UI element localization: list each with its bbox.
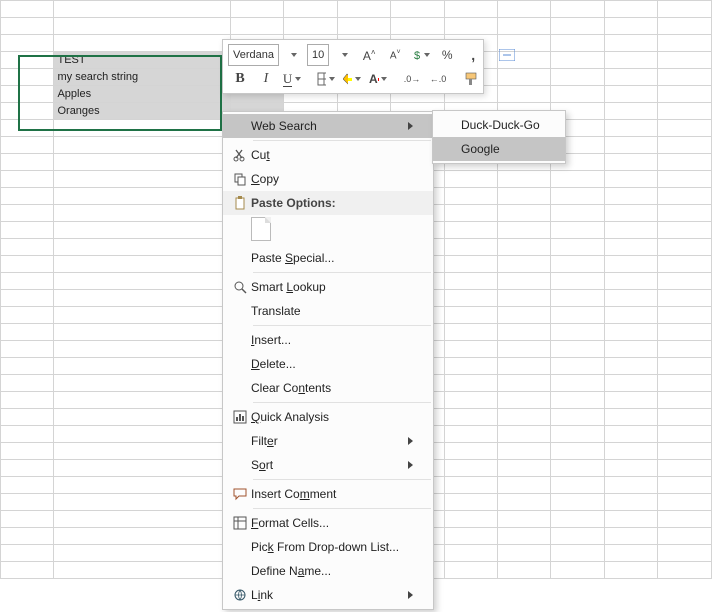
menu-insert[interactable]: Insert... — [223, 328, 433, 352]
menu-clear-contents-label: Clear Contents — [251, 381, 413, 395]
submenu-arrow-icon — [408, 122, 413, 130]
font-name-dropdown[interactable] — [281, 44, 305, 66]
menu-format-cells-label: Format Cells... — [251, 516, 413, 530]
menu-smart-lookup-label: Smart Lookup — [251, 280, 413, 294]
menu-insert-label: Insert... — [251, 333, 413, 347]
merge-center-icon[interactable] — [495, 44, 519, 66]
menu-clear-contents[interactable]: Clear Contents — [223, 376, 433, 400]
mini-toolbar: Verdana 10 A˄ A˅ $ % , B I U A .0→ ←.0 — [222, 39, 484, 94]
menu-separator — [253, 325, 431, 326]
submenu-google[interactable]: Google — [433, 137, 565, 161]
clipboard-icon — [229, 196, 251, 210]
cell-b5[interactable]: my search string — [54, 69, 230, 86]
menu-separator — [253, 272, 431, 273]
menu-cut[interactable]: Cut — [223, 143, 433, 167]
menu-insert-comment-label: Insert Comment — [251, 487, 413, 501]
menu-copy-label: Copy — [251, 172, 413, 186]
cell-b7[interactable]: Oranges — [54, 103, 230, 120]
submenu-arrow-icon — [408, 437, 413, 445]
menu-translate-label: Translate — [251, 304, 413, 318]
submenu-arrow-icon — [408, 591, 413, 599]
menu-separator — [253, 402, 431, 403]
menu-filter[interactable]: Filter — [223, 429, 433, 453]
font-size-dropdown[interactable] — [331, 44, 355, 66]
scissors-icon — [229, 148, 251, 162]
menu-sort[interactable]: Sort — [223, 453, 433, 477]
menu-cut-label: Cut — [251, 148, 413, 162]
font-size-value: 10 — [312, 49, 324, 61]
submenu-arrow-icon — [408, 461, 413, 469]
menu-pick-from-list[interactable]: Pick From Drop-down List... — [223, 535, 433, 559]
menu-paste-special[interactable]: Paste Special... — [223, 246, 433, 270]
borders-icon[interactable] — [314, 68, 338, 90]
spreadsheet-area: { "cells": { "b4": "TEST", "b5": "my sea… — [0, 0, 712, 612]
menu-sort-label: Sort — [251, 458, 408, 472]
cell-b4[interactable]: TEST — [54, 52, 230, 69]
menu-format-cells[interactable]: Format Cells... — [223, 511, 433, 535]
menu-paste-options: Paste Options: — [223, 191, 433, 215]
smart-lookup-icon — [229, 280, 251, 294]
percent-format-icon[interactable]: % — [435, 44, 459, 66]
menu-delete[interactable]: Delete... — [223, 352, 433, 376]
format-painter-icon[interactable] — [460, 68, 484, 90]
menu-web-search-label: Web Search — [251, 119, 408, 133]
font-name-value: Verdana — [233, 49, 274, 61]
menu-link[interactable]: Link — [223, 583, 433, 607]
menu-filter-label: Filter — [251, 434, 408, 448]
bold-button[interactable]: B — [228, 68, 252, 90]
menu-separator — [253, 479, 431, 480]
svg-text:$: $ — [414, 50, 420, 62]
menu-separator — [253, 508, 431, 509]
increase-decimal-icon[interactable]: .0→ — [400, 68, 424, 90]
underline-button[interactable]: U — [280, 68, 304, 90]
context-menu: Web Search Cut Copy Paste Options: Paste… — [222, 111, 434, 610]
menu-pick-from-list-label: Pick From Drop-down List... — [251, 540, 413, 554]
menu-insert-comment[interactable]: Insert Comment — [223, 482, 433, 506]
menu-quick-analysis-label: Quick Analysis — [251, 410, 413, 424]
cell-b6[interactable]: Apples — [54, 86, 230, 103]
fill-color-icon[interactable] — [340, 68, 364, 90]
font-name-combo[interactable]: Verdana — [228, 44, 279, 66]
menu-web-search[interactable]: Web Search — [223, 114, 433, 138]
italic-button[interactable]: I — [254, 68, 278, 90]
menu-define-name[interactable]: Define Name... — [223, 559, 433, 583]
menu-separator — [253, 140, 431, 141]
menu-smart-lookup[interactable]: Smart Lookup — [223, 275, 433, 299]
accounting-format-icon[interactable]: $ — [409, 44, 433, 66]
format-cells-icon — [229, 516, 251, 530]
menu-paste-options-label: Paste Options: — [251, 196, 413, 210]
paste-option-default[interactable] — [223, 215, 433, 246]
submenu-duck-duck-go[interactable]: Duck-Duck-Go — [433, 113, 565, 137]
comment-icon — [229, 487, 251, 501]
submenu-duck-duck-go-label: Duck-Duck-Go — [461, 118, 545, 132]
copy-icon — [229, 172, 251, 186]
menu-define-name-label: Define Name... — [251, 564, 413, 578]
comma-format-icon[interactable]: , — [461, 44, 485, 66]
menu-paste-special-label: Paste Special... — [251, 251, 413, 265]
decrease-decimal-icon[interactable]: ←.0 — [426, 68, 450, 90]
menu-link-label: Link — [251, 588, 408, 602]
submenu-google-label: Google — [461, 142, 545, 156]
quick-analysis-icon — [229, 410, 251, 424]
link-icon — [229, 588, 251, 602]
menu-copy[interactable]: Copy — [223, 167, 433, 191]
web-search-submenu: Duck-Duck-Go Google — [432, 110, 566, 164]
menu-delete-label: Delete... — [251, 357, 413, 371]
decrease-font-icon[interactable]: A˅ — [383, 44, 407, 66]
font-color-icon[interactable]: A — [366, 68, 390, 90]
menu-translate[interactable]: Translate — [223, 299, 433, 323]
increase-font-icon[interactable]: A˄ — [357, 44, 381, 66]
menu-quick-analysis[interactable]: Quick Analysis — [223, 405, 433, 429]
paste-default-icon — [251, 217, 271, 241]
font-size-combo[interactable]: 10 — [307, 44, 329, 66]
